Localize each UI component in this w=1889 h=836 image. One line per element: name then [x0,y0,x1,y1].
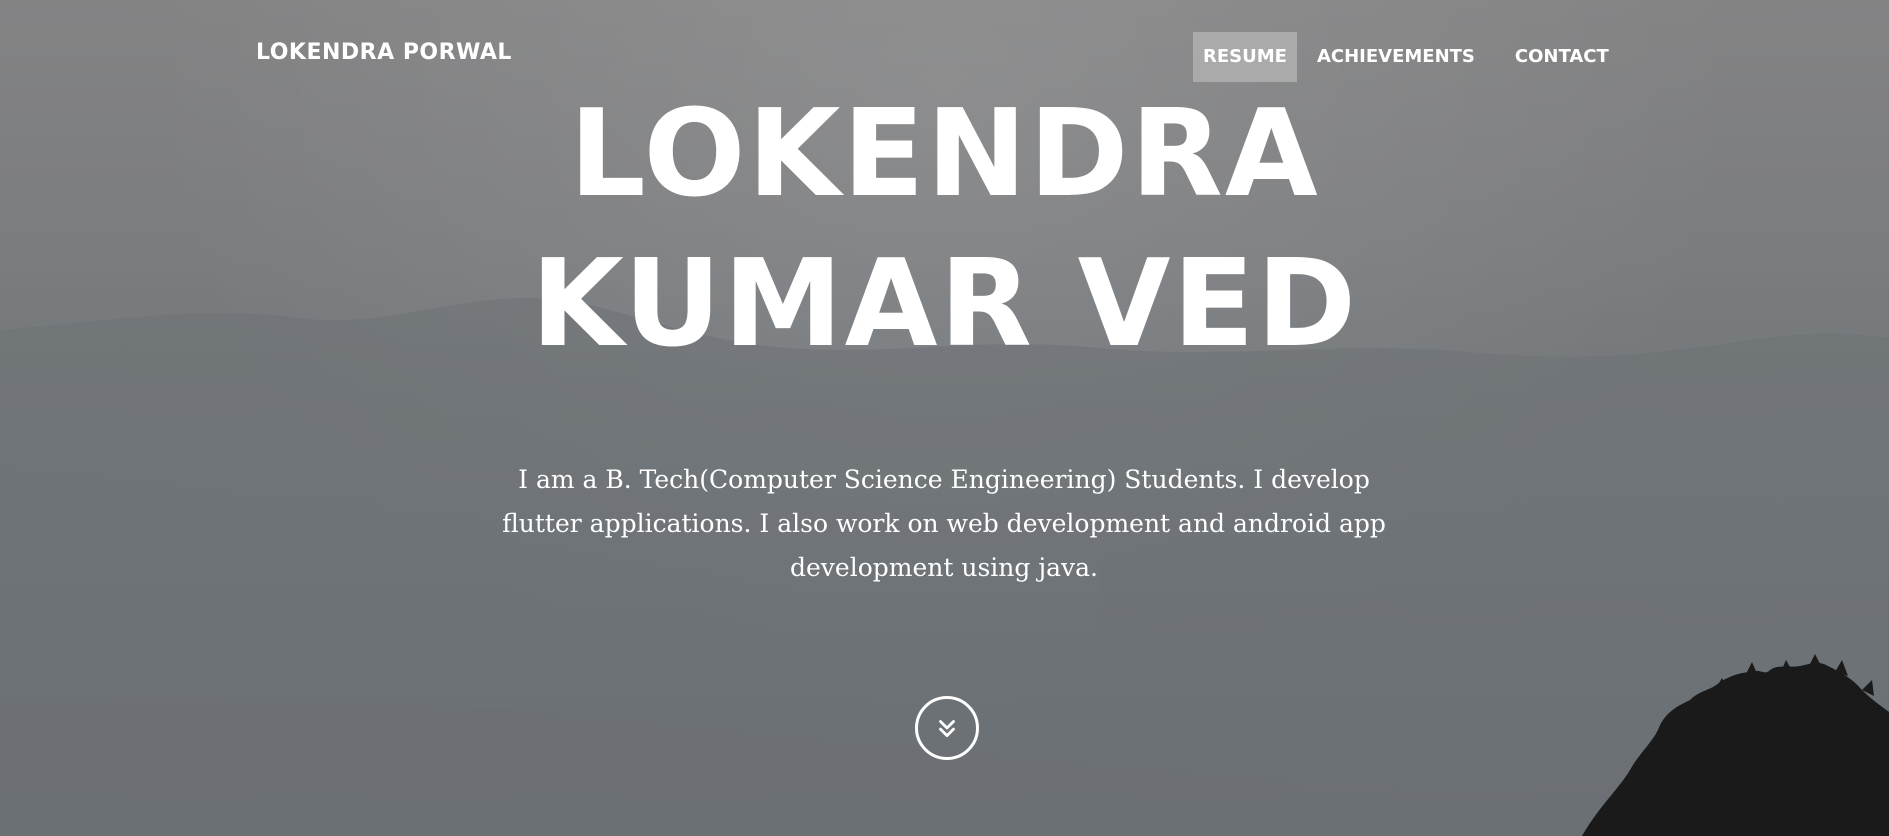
nav-item-achievements[interactable]: ACHIEVEMENTS [1307,32,1485,82]
scroll-down-button[interactable] [915,696,979,760]
nav-item-resume[interactable]: RESUME [1193,32,1297,82]
double-chevron-down-icon [939,720,955,737]
hero-section: LOKENDRA PORWAL RESUME ACHIEVEMENTS CONT… [0,0,1889,836]
main-navigation: RESUME ACHIEVEMENTS CONTACT [1193,32,1619,82]
hero-title-line-1: LOKENDRA [569,85,1320,224]
nav-item-contact[interactable]: CONTACT [1505,32,1619,82]
brand-logo-text[interactable]: LOKENDRA PORWAL [256,40,512,65]
hero-description: I am a B. Tech(Computer Science Engineer… [502,465,1386,582]
hero-title-line-2: KUMAR VED [530,235,1359,374]
hero-title: LOKENDRA KUMAR VED [0,80,1889,380]
